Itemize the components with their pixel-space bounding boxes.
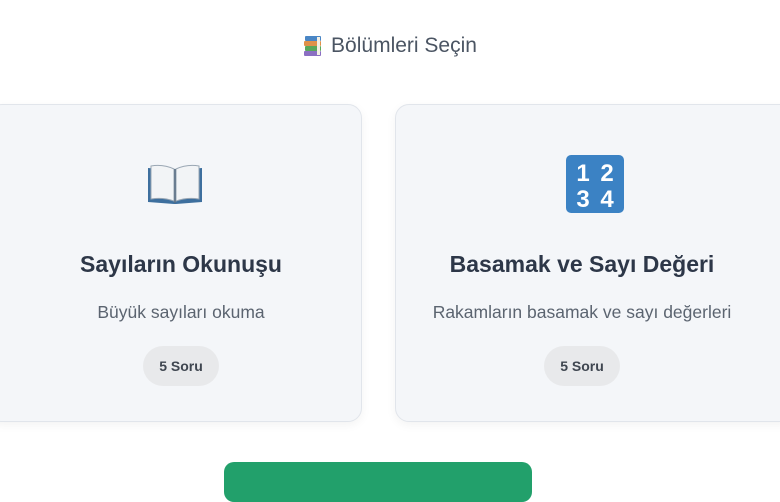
section-title-place-value: Basamak ve Sayı Değeri [449, 251, 715, 277]
section-title: Bölümleri Seçin [331, 34, 477, 57]
numbers-1234-icon: 1 2 3 4 [564, 153, 626, 215]
svg-text:3: 3 [576, 186, 589, 213]
section-header: Bölümleri Seçin [0, 34, 780, 58]
svg-text:1: 1 [576, 160, 589, 187]
question-count-badge: 5 Soru [143, 346, 219, 386]
svg-text:4: 4 [600, 186, 614, 213]
section-description-place-value: Rakamların basamak ve sayı değerleri [432, 302, 732, 322]
svg-text:2: 2 [600, 160, 613, 187]
section-description-reading-numbers: Büyük sayıları okuma [97, 302, 265, 322]
question-count-badge: 5 Soru [544, 346, 620, 386]
section-title-reading-numbers: Sayıların Okunuşu [80, 251, 282, 277]
section-card-reading-numbers[interactable]: Sayıların Okunuşu Büyük sayıları okuma 5… [0, 104, 362, 422]
books-icon [303, 35, 323, 57]
start-button[interactable] [224, 462, 532, 502]
open-book-icon [144, 153, 206, 215]
section-card-place-value[interactable]: 1 2 3 4 Basamak ve Sayı Değeri Rakamları… [395, 104, 780, 422]
